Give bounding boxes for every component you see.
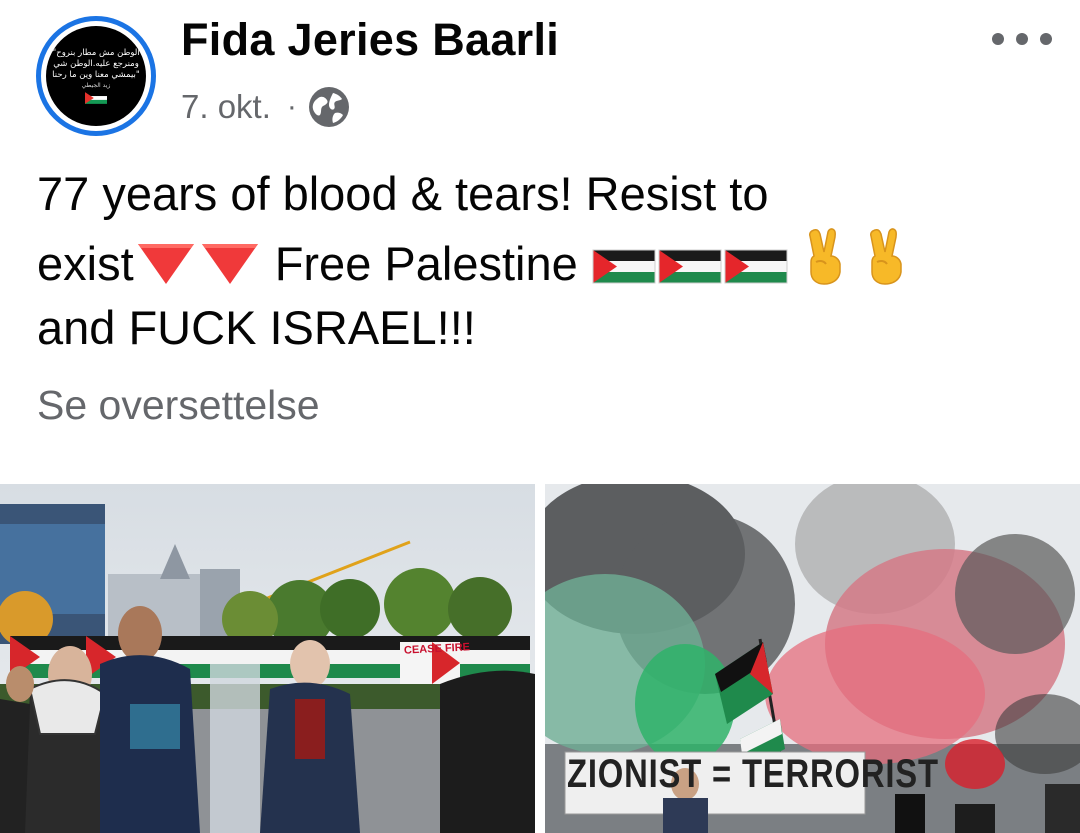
- post-photo-right[interactable]: ZIONIST = TERRORIST: [545, 484, 1080, 833]
- palestine-flag-icon: [592, 249, 656, 284]
- victory-hand-icon: [869, 228, 902, 285]
- post-text-line: 77 years of blood & tears! Resist to: [37, 167, 769, 220]
- post-meta: 7. okt. ·: [181, 84, 351, 130]
- globe-icon[interactable]: [307, 85, 351, 129]
- zionist-terrorist-banner: ZIONIST = TERRORIST: [567, 752, 939, 796]
- avatar-image: "الوطن مش مطار بنروح ومنرجع عليه.الوطن ش…: [46, 26, 146, 126]
- red-triangle-icon: [137, 244, 194, 284]
- protest-photo-scene: [0, 484, 535, 833]
- avatar-quote-line: ومنرجع عليه.الوطن شي: [53, 59, 139, 69]
- more-options-button[interactable]: [984, 20, 1060, 58]
- post-text-segment: Free Palestine: [261, 237, 591, 290]
- post-date[interactable]: 7. okt.: [181, 88, 271, 126]
- palestine-flag-icon: [724, 249, 788, 284]
- facebook-post: "الوطن مش مطار بنروح ومنرجع عليه.الوطن ش…: [0, 0, 1080, 833]
- author-name[interactable]: Fida Jeries Baarli: [181, 14, 559, 66]
- red-triangle-icon: [201, 244, 258, 284]
- palestine-flag-icon: [85, 92, 107, 104]
- more-dots-icon: [992, 33, 1004, 45]
- avatar-quote-line: بيمشي معنا وين ما رحنا": [52, 70, 140, 80]
- victory-hand-icon: [808, 228, 841, 285]
- post-text-line: exist Free Palestine: [37, 226, 1057, 296]
- see-translation-link[interactable]: Se oversettelse: [37, 382, 320, 429]
- post-text-line: and FUCK ISRAEL!!!: [37, 301, 476, 354]
- avatar-signature: زيد الجيطي: [81, 82, 111, 89]
- post-text-segment: exist: [37, 237, 134, 290]
- author-avatar[interactable]: "الوطن مش مطار بنروح ومنرجع عليه.الوطن ش…: [36, 16, 156, 136]
- post-photo-left[interactable]: CEASE FIRE: [0, 484, 535, 833]
- more-dots-icon: [1016, 33, 1028, 45]
- avatar-quote-line: "الوطن مش مطار بنروح: [52, 48, 140, 58]
- post-text: 77 years of blood & tears! Resist to exi…: [37, 162, 1057, 360]
- palestine-flag-icon: [658, 249, 722, 284]
- meta-separator: ·: [286, 90, 297, 123]
- more-dots-icon: [1040, 33, 1052, 45]
